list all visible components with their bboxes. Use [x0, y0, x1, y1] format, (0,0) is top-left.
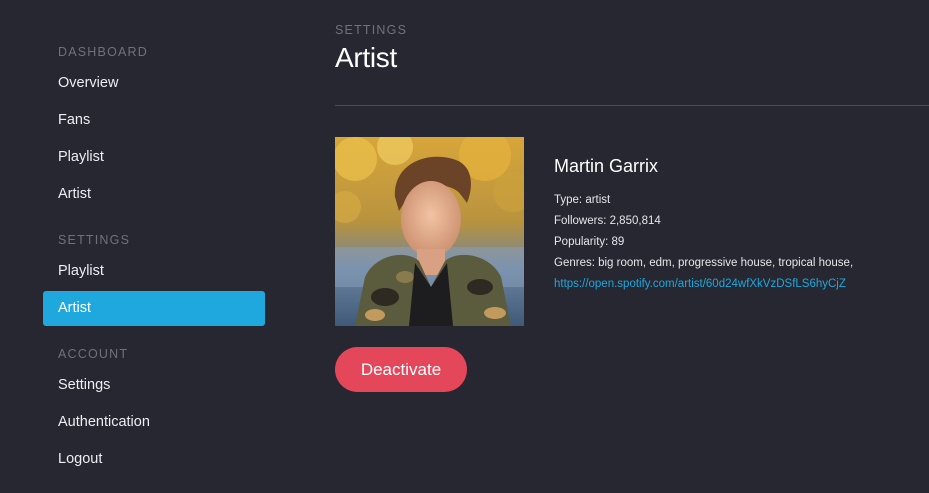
- artist-photo: [335, 137, 524, 326]
- artist-link-row: https://open.spotify.com/artist/60d24wfX…: [554, 274, 929, 295]
- artist-genres: Genres: big room, edm, progressive house…: [554, 257, 854, 269]
- artist-info: Martin Garrix Type: artist Followers: 2,…: [554, 155, 929, 295]
- artist-followers: Followers: 2,850,814: [554, 215, 661, 227]
- sidebar-item-logout[interactable]: Logout: [43, 442, 265, 477]
- sidebar-item-settings-artist[interactable]: Artist: [43, 291, 265, 326]
- deactivate-button[interactable]: Deactivate: [335, 347, 467, 392]
- sidebar-item-overview[interactable]: Overview: [43, 66, 265, 101]
- main-content: SETTINGS Artist Martin Garrix Type: arti…: [335, 0, 929, 493]
- sidebar-item-fans[interactable]: Fans: [43, 103, 265, 138]
- divider: [335, 105, 929, 106]
- sidebar-item-playlist[interactable]: Playlist: [43, 140, 265, 175]
- sidebar-item-account-settings[interactable]: Settings: [43, 368, 265, 403]
- artist-type: Type: artist: [554, 194, 611, 206]
- breadcrumb: SETTINGS: [335, 23, 408, 37]
- sidebar-item-artist[interactable]: Artist: [43, 177, 265, 212]
- sidebar-item-authentication[interactable]: Authentication: [43, 405, 265, 440]
- page-title: Artist: [335, 42, 397, 73]
- artist-popularity: Popularity: 89: [554, 236, 625, 248]
- sidebar-section-settings-title: SETTINGS: [58, 233, 131, 247]
- artist-name: Martin Garrix: [554, 156, 659, 176]
- sidebar-section-dashboard-title: DASHBOARD: [58, 45, 148, 59]
- sidebar-section-account-title: ACCOUNT: [58, 347, 129, 361]
- sidebar: DASHBOARD Overview Fans Playlist Artist …: [43, 0, 265, 493]
- sidebar-item-settings-playlist[interactable]: Playlist: [43, 254, 265, 289]
- app-window: DASHBOARD Overview Fans Playlist Artist …: [0, 0, 929, 493]
- artist-spotify-link[interactable]: https://open.spotify.com/artist/60d24wfX…: [554, 278, 846, 290]
